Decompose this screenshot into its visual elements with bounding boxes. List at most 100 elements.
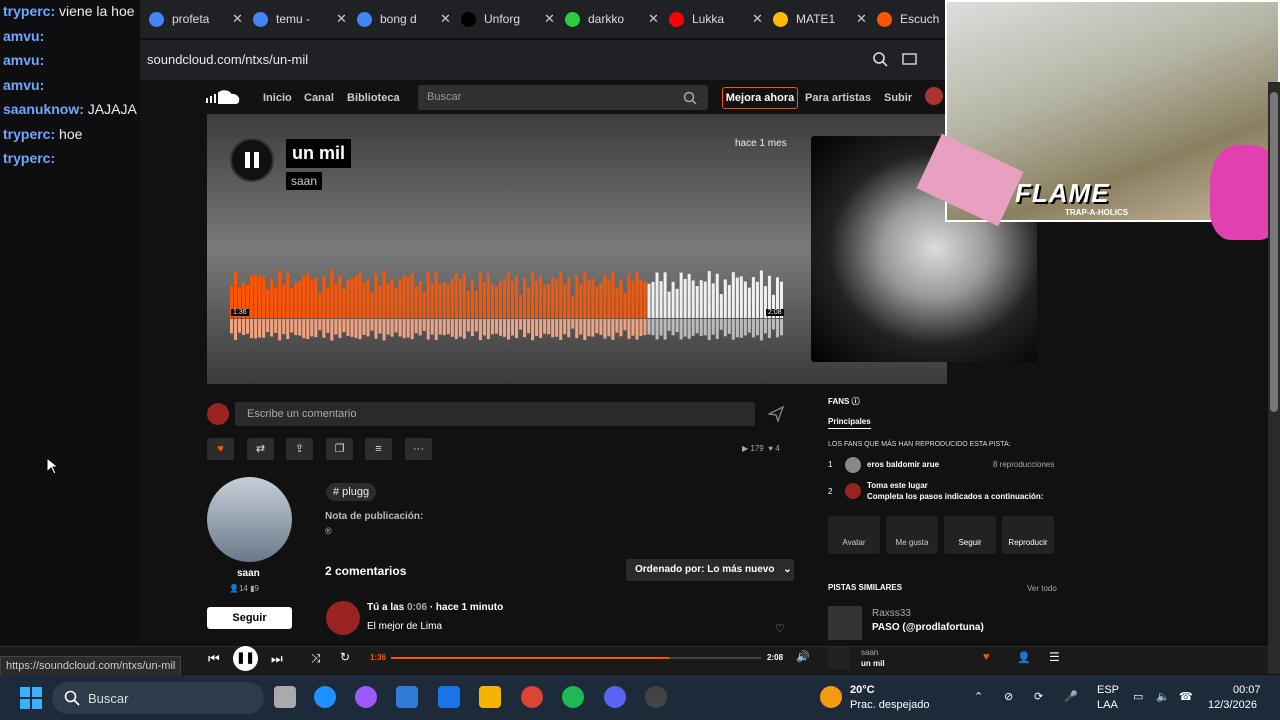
share-button[interactable]: ⇪ bbox=[286, 438, 313, 460]
add-to-playlist-button[interactable]: ≡ bbox=[365, 438, 392, 460]
sort-dropdown[interactable]: Ordenado por: Lo más nuevo ⌄ bbox=[626, 559, 794, 581]
clock-time[interactable]: 00:07 bbox=[1233, 684, 1261, 696]
soundcloud-logo-icon[interactable] bbox=[205, 89, 241, 105]
tab-close-icon[interactable]: ✕ bbox=[440, 11, 451, 27]
weather-temp[interactable]: 20°C bbox=[850, 684, 875, 696]
tab-close-icon[interactable]: ✕ bbox=[856, 11, 867, 27]
similar-track[interactable]: PASO (@prodlafortuna) bbox=[872, 622, 984, 633]
tab-close-icon[interactable]: ✕ bbox=[752, 11, 763, 27]
edge-icon[interactable] bbox=[314, 686, 336, 708]
zoom-icon[interactable] bbox=[873, 52, 888, 67]
track-artist[interactable]: saan bbox=[286, 172, 323, 190]
weather-desc[interactable]: Prac. despejado bbox=[850, 699, 930, 711]
player-cover[interactable] bbox=[828, 647, 850, 669]
see-all-link[interactable]: Ver todo bbox=[1027, 584, 1057, 593]
fan-avatar[interactable] bbox=[845, 457, 861, 473]
fan-name[interactable]: eros baldomir arue bbox=[867, 460, 939, 469]
windows-start-icon[interactable] bbox=[20, 687, 42, 709]
search-input[interactable]: Buscar bbox=[418, 85, 708, 110]
comment-author[interactable]: Tú a las bbox=[367, 602, 404, 613]
comment-avatar[interactable] bbox=[326, 601, 360, 635]
explorer-icon[interactable] bbox=[479, 686, 501, 708]
player-artist[interactable]: saan bbox=[861, 648, 878, 657]
player-like-icon[interactable]: ♥ bbox=[983, 651, 990, 663]
scrollbar-thumb[interactable] bbox=[1270, 92, 1278, 412]
uploader-name[interactable]: saan bbox=[237, 568, 260, 579]
upgrade-button[interactable]: Mejora ahora bbox=[722, 87, 798, 109]
chat-username[interactable]: amvu: bbox=[3, 52, 44, 68]
send-icon[interactable] bbox=[768, 406, 784, 422]
next-icon[interactable]: ⏭ bbox=[271, 651, 283, 667]
scrollbar[interactable] bbox=[1268, 82, 1280, 674]
clock-date[interactable]: 12/3/2026 bbox=[1208, 699, 1257, 711]
nav-feed[interactable]: Canal bbox=[304, 92, 334, 104]
lang-1[interactable]: ESP bbox=[1097, 684, 1119, 696]
chat-username[interactable]: amvu: bbox=[3, 28, 44, 44]
task-view-icon[interactable] bbox=[274, 686, 296, 708]
browser-tab[interactable]: Lukka ✕ bbox=[669, 6, 763, 32]
tray-sync-icon[interactable]: ⟳ bbox=[1034, 690, 1043, 703]
tab-top-fans[interactable]: Principales bbox=[828, 417, 871, 429]
chat-username[interactable]: tryperc: bbox=[3, 126, 55, 142]
discord-icon[interactable] bbox=[604, 686, 626, 708]
uploader-avatar[interactable] bbox=[207, 477, 292, 562]
fan-step-avatar[interactable]: Avatar bbox=[828, 516, 880, 554]
repost-button[interactable]: ⇄ bbox=[247, 438, 274, 460]
comment-input[interactable]: Escribe un comentario bbox=[235, 402, 755, 426]
install-icon[interactable] bbox=[902, 53, 917, 65]
fan-step-follow[interactable]: Seguir bbox=[944, 516, 996, 554]
tab-close-icon[interactable]: ✕ bbox=[336, 11, 347, 27]
nav-library[interactable]: Biblioteca bbox=[347, 92, 400, 104]
weather-icon[interactable] bbox=[820, 686, 842, 708]
chat-username[interactable]: amvu: bbox=[3, 77, 44, 93]
browser-tab[interactable]: bong d ✕ bbox=[357, 6, 451, 32]
nav-home[interactable]: Inicio bbox=[263, 92, 292, 104]
shuffle-icon[interactable]: ⤨ bbox=[311, 651, 321, 666]
tray-display-icon[interactable]: ▭ bbox=[1133, 690, 1143, 703]
copy-link-button[interactable]: ❐ bbox=[326, 438, 353, 460]
store-icon[interactable] bbox=[396, 686, 418, 708]
fan-step-play[interactable]: Reproducir bbox=[1002, 516, 1054, 554]
previous-icon[interactable]: ⏮ bbox=[208, 651, 220, 667]
nav-for-artists[interactable]: Para artistas bbox=[805, 92, 871, 104]
genre-tag[interactable]: # plugg bbox=[326, 483, 377, 501]
spotify-icon[interactable] bbox=[562, 686, 584, 708]
tray-mic-icon[interactable]: 🎤 bbox=[1064, 690, 1078, 703]
tray-volume-icon[interactable]: 🔈 bbox=[1156, 690, 1170, 703]
player-title[interactable]: un mil bbox=[861, 659, 885, 668]
tray-notify-icon[interactable]: ☎ bbox=[1179, 690, 1193, 703]
user-avatar[interactable] bbox=[925, 87, 943, 105]
queue-icon[interactable]: ☰ bbox=[1049, 650, 1060, 664]
player-pause-button[interactable]: ❚❚ bbox=[233, 646, 258, 671]
tab-close-icon[interactable]: ✕ bbox=[648, 11, 659, 27]
obs-icon[interactable] bbox=[645, 686, 667, 708]
tray-network-off-icon[interactable]: ⊘ bbox=[1004, 690, 1013, 703]
chat-username[interactable]: saanuknow: bbox=[3, 101, 84, 117]
tab-close-icon[interactable]: ✕ bbox=[544, 11, 555, 27]
repeat-icon[interactable]: ↻ bbox=[340, 650, 350, 664]
more-button[interactable]: ··· bbox=[405, 438, 432, 460]
taskbar-search[interactable]: Buscar bbox=[52, 682, 264, 714]
outlook-icon[interactable] bbox=[438, 686, 460, 708]
browser-tab[interactable]: darkko ✕ bbox=[565, 6, 659, 32]
similar-artist[interactable]: Raxss33 bbox=[872, 608, 911, 619]
tray-chevron-icon[interactable]: ⌃ bbox=[974, 690, 983, 703]
tab-close-icon[interactable]: ✕ bbox=[232, 11, 243, 27]
player-follow-icon[interactable]: 👤 bbox=[1017, 651, 1031, 664]
fan-step-like[interactable]: Me gusta bbox=[886, 516, 938, 554]
browser-tab[interactable]: Unforg ✕ bbox=[461, 6, 555, 32]
similar-cover[interactable] bbox=[828, 606, 862, 640]
nav-upload[interactable]: Subir bbox=[884, 92, 912, 104]
progress-bar[interactable] bbox=[391, 657, 761, 659]
copilot-icon[interactable] bbox=[355, 686, 377, 708]
chat-username[interactable]: tryperc: bbox=[3, 150, 55, 166]
browser-tab[interactable]: MATE1 ✕ bbox=[773, 6, 867, 32]
browser-tab[interactable]: profeta ✕ bbox=[149, 6, 243, 32]
waveform[interactable] bbox=[230, 262, 784, 342]
browser-tab[interactable]: temu - ✕ bbox=[253, 6, 347, 32]
chat-username[interactable]: tryperc: bbox=[3, 3, 55, 19]
info-icon[interactable]: ⓘ bbox=[852, 397, 860, 406]
like-button[interactable]: ♥ bbox=[207, 438, 234, 460]
lang-2[interactable]: LAA bbox=[1097, 699, 1118, 711]
comment-like-icon[interactable]: ♡ bbox=[775, 622, 785, 635]
